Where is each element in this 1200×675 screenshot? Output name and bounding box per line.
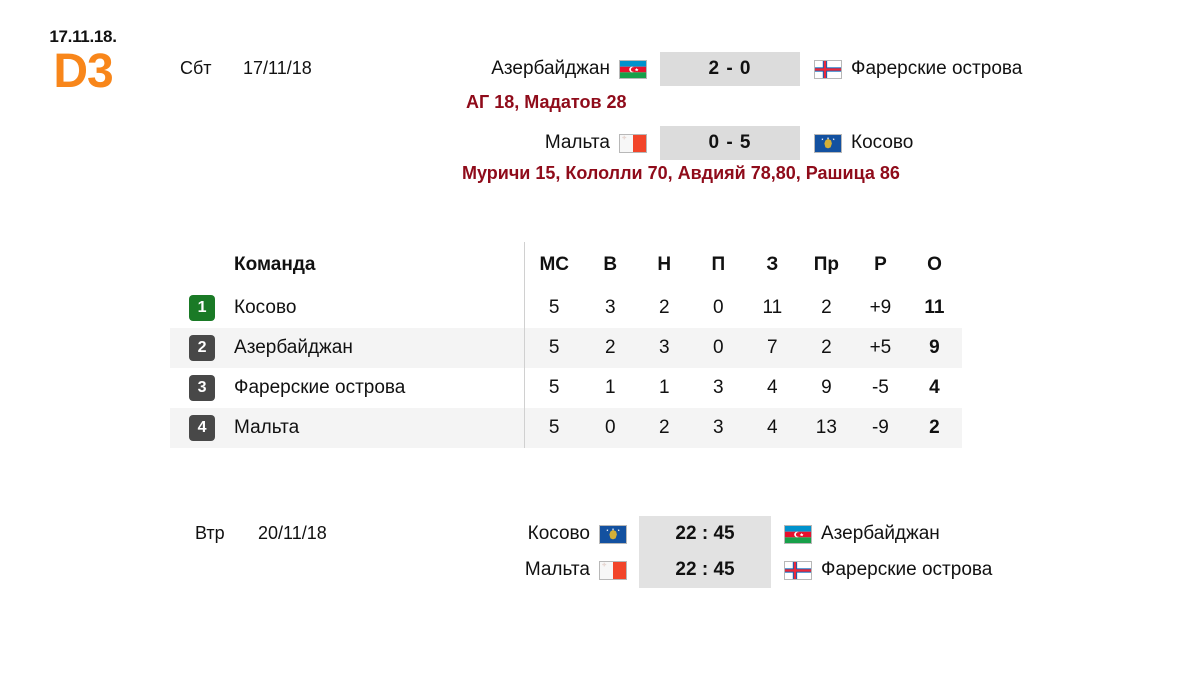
flag-kosovo <box>599 524 627 544</box>
draws: 3 <box>637 328 692 368</box>
table-row[interactable]: 3 Фарерские острова 5 1 1 3 4 9 -5 4 <box>170 368 962 408</box>
logo-date: 17.11.18. <box>49 27 117 46</box>
fixture-row[interactable]: Косово 22 : 45 Азербайджан <box>480 516 1071 552</box>
header-goals-against: Пр <box>813 254 839 275</box>
header-draws: Н <box>657 254 672 275</box>
draws: 1 <box>658 377 670 398</box>
goals-for: 4 <box>767 377 778 398</box>
losses: 3 <box>713 377 724 398</box>
goals-against: 9 <box>821 377 832 398</box>
team-name: Азербайджан <box>234 328 525 368</box>
results-day-label: Сбт <box>180 58 212 78</box>
header-team: Команда <box>234 254 316 275</box>
fixture-away-team: Азербайджан <box>821 523 940 544</box>
flag-faroe-islands <box>814 59 842 79</box>
points: 11 <box>924 297 945 318</box>
fixture-home-team: Косово <box>527 523 590 544</box>
fixtures-day-date: 20/11/18 <box>258 523 327 543</box>
match-score: 2 - 0 <box>660 52 800 86</box>
played: 5 <box>524 328 584 368</box>
goals-against: 13 <box>799 408 854 448</box>
goals-against: 2 <box>799 328 854 368</box>
wins: 1 <box>604 377 616 398</box>
team-name: Косово <box>234 297 297 318</box>
flag-malta <box>599 560 627 580</box>
fixtures-day-label: Втр <box>195 523 225 543</box>
header-goal-diff: Р <box>874 254 887 275</box>
goals-for: 7 <box>745 328 800 368</box>
fixture-home-team: Мальта <box>524 559 590 580</box>
table-row[interactable]: 4 Мальта 5 0 2 3 4 13 -9 2 <box>170 408 962 448</box>
draws: 2 <box>637 408 692 448</box>
wins: 2 <box>583 328 638 368</box>
match-away-team: Косово <box>851 132 914 153</box>
rank-cell: 1 <box>170 288 234 328</box>
rank-cell: 3 <box>170 368 234 408</box>
match-scorers: АГ 18, Мадатов 28 <box>466 92 627 112</box>
flag-azerbaijan <box>784 524 812 544</box>
goal-diff: +5 <box>853 328 908 368</box>
points: 2 <box>907 408 962 448</box>
rank-badge: 2 <box>189 335 216 361</box>
logo-block: 17.11.18. D3 <box>18 28 148 97</box>
rank-cell: 4 <box>170 408 235 448</box>
goals-against: 2 <box>821 297 832 318</box>
rank-badge: 3 <box>189 375 216 401</box>
goal-diff: -9 <box>853 408 908 448</box>
fixture-time: 22 : 45 <box>639 516 771 552</box>
header-points: О <box>927 254 942 275</box>
header-wins: В <box>603 254 618 275</box>
table-row[interactable]: 2 Азербайджан 5 2 3 0 7 2 +5 9 <box>170 328 962 368</box>
table-header-row: Команда МС В Н П З Пр Р О <box>170 242 962 288</box>
match-row[interactable]: Азербайджан 2 - 0 Фарерские острова <box>440 52 1081 86</box>
table-row[interactable]: 1 Косово 5 3 2 0 11 2 +9 11 <box>170 288 962 328</box>
results-day-date: 17/11/18 <box>243 58 312 78</box>
wins: 0 <box>583 408 638 448</box>
logo-mark: D3 <box>53 45 113 98</box>
flag-azerbaijan <box>619 59 647 79</box>
match-home-team: Мальта <box>544 132 610 153</box>
fixture-away-team: Фарерские острова <box>821 559 993 580</box>
header-goals-for: З <box>766 254 779 275</box>
header-losses: П <box>711 254 726 275</box>
losses: 0 <box>691 328 746 368</box>
flag-malta <box>619 133 647 153</box>
flag-faroe-islands <box>784 560 812 580</box>
team-name: Мальта <box>234 408 525 448</box>
rank-cell: 2 <box>170 328 235 368</box>
match-scorers: Муричи 15, Кололли 70, Авдияй 78,80, Раш… <box>462 163 900 183</box>
points: 4 <box>929 377 940 398</box>
goals-for: 11 <box>762 297 783 318</box>
draws: 2 <box>658 297 670 318</box>
goals-for: 4 <box>745 408 800 448</box>
goal-diff: -5 <box>871 377 889 398</box>
match-score: 0 - 5 <box>660 126 800 160</box>
team-name: Фарерские острова <box>234 377 406 398</box>
played: 5 <box>524 408 584 448</box>
header-rank <box>170 242 234 288</box>
rank-badge: 4 <box>189 415 216 441</box>
flag-kosovo <box>814 133 842 153</box>
played: 5 <box>524 288 584 328</box>
losses: 0 <box>713 297 724 318</box>
wins: 3 <box>604 297 616 318</box>
rank-badge: 1 <box>189 295 216 321</box>
goal-diff: +9 <box>869 297 892 318</box>
points: 9 <box>907 328 962 368</box>
fixture-row[interactable]: Мальта 22 : 45 Фарерские острова <box>480 552 1071 588</box>
played: 5 <box>524 368 584 408</box>
standings-table: Команда МС В Н П З Пр Р О 1 Косово 5 3 2… <box>170 242 962 448</box>
losses: 3 <box>691 408 746 448</box>
match-away-team: Фарерские острова <box>851 58 1023 79</box>
match-row[interactable]: Мальта 0 - 5 Косово <box>440 126 1081 160</box>
fixture-time: 22 : 45 <box>639 552 771 588</box>
match-home-team: Азербайджан <box>491 58 610 79</box>
header-played: МС <box>524 242 584 288</box>
